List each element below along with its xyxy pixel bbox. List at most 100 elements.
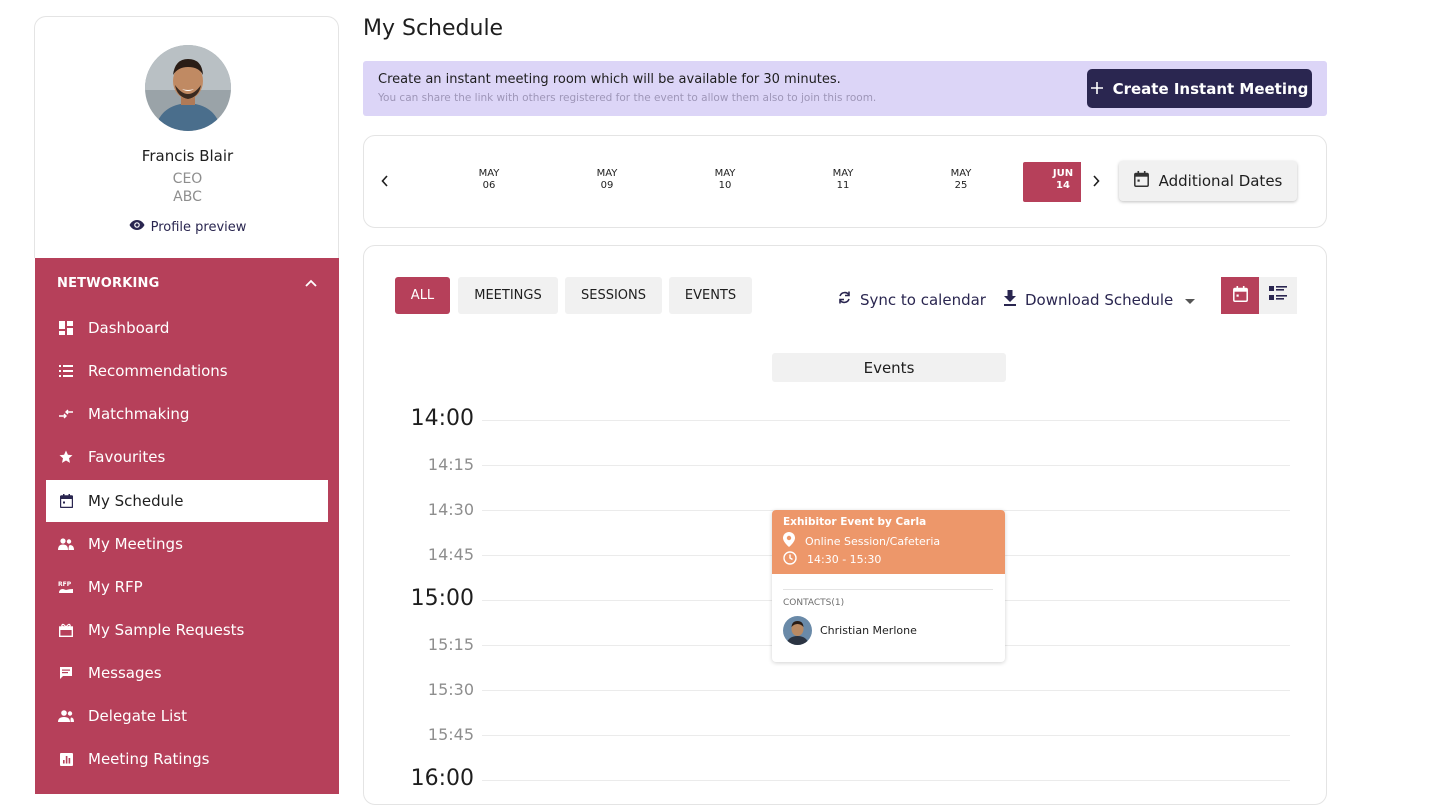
grid-line	[482, 420, 1290, 421]
nav-item-matchmaking[interactable]: Matchmaking	[46, 393, 328, 435]
nav-item-messages[interactable]: Messages	[46, 652, 328, 694]
event-card[interactable]: Exhibitor Event by Carla Online Session/…	[772, 510, 1005, 662]
date-selector: MAY 06 MAY 09 MAY 10 MAY 11 MAY 25 JUN 14 Addi…	[363, 135, 1327, 228]
time-label: 14:00	[410, 406, 474, 431]
time-label: 15:30	[427, 680, 474, 699]
date-day: 09	[600, 180, 614, 191]
nav-item-label: My Schedule	[88, 492, 184, 510]
time-label: 16:00	[410, 766, 474, 791]
networking-menu: NETWORKING Dashboard Recommendations Mat…	[35, 258, 339, 794]
filter-all-button[interactable]: ALL	[395, 277, 450, 314]
nav-item-label: Recommendations	[88, 362, 228, 380]
date-month: MAY	[832, 168, 854, 179]
sync-to-calendar-label: Sync to calendar	[860, 290, 986, 309]
create-instant-meeting-button[interactable]: Create Instant Meeting	[1087, 69, 1312, 108]
calendar-icon	[1232, 285, 1248, 306]
chevron-left-icon[interactable]	[376, 171, 394, 191]
sync-icon	[837, 290, 852, 309]
nav-item-my-sample-requests[interactable]: My Sample Requests	[46, 609, 328, 651]
svg-text:RFP: RFP	[58, 581, 72, 588]
calendar-icon	[1133, 171, 1149, 191]
additional-dates-button[interactable]: Additional Dates	[1119, 161, 1297, 201]
nav-item-my-rfp[interactable]: RFP My RFP	[46, 566, 328, 608]
time-label: 14:45	[427, 545, 474, 564]
download-schedule-button[interactable]: Download Schedule	[1003, 290, 1196, 310]
nav-item-label: My RFP	[88, 578, 143, 596]
event-location: Online Session/Cafeteria	[783, 532, 940, 550]
profile-name: Francis Blair	[141, 147, 234, 165]
event-contacts-label: CONTACTS(1)	[783, 598, 845, 608]
date-day: 25	[954, 180, 968, 191]
dashboard-icon	[58, 320, 74, 336]
profile-preview-label: Profile preview	[150, 219, 247, 235]
eye-icon	[129, 219, 145, 235]
nav-item-recommendations[interactable]: Recommendations	[46, 350, 328, 392]
message-icon	[58, 665, 74, 681]
schedule-panel: ALL MEETINGS SESSIONS EVENTS Sync to cal…	[363, 245, 1327, 805]
caret-down-icon	[1185, 291, 1196, 309]
list-view-toggle[interactable]	[1259, 277, 1297, 314]
nav-item-label: Meeting Ratings	[88, 750, 210, 768]
grid-line	[482, 465, 1290, 466]
calendar-view-toggle[interactable]	[1221, 277, 1259, 314]
time-label: 14:30	[427, 500, 474, 519]
nav-item-favourites[interactable]: Favourites	[46, 436, 328, 478]
filter-meetings-button[interactable]: MEETINGS	[458, 277, 558, 314]
event-header: Exhibitor Event by Carla Online Session/…	[772, 510, 1005, 574]
event-title: Exhibitor Event by Carla	[783, 516, 927, 528]
nav-item-delegate-list[interactable]: Delegate List	[46, 695, 328, 737]
grid-line	[482, 780, 1290, 781]
additional-dates-label: Additional Dates	[1158, 172, 1283, 190]
date-item-selected[interactable]: JUN 14	[1023, 162, 1081, 202]
calendar-icon	[58, 493, 74, 509]
event-time-label: 14:30 - 15:30	[807, 553, 882, 566]
networking-section-toggle[interactable]: NETWORKING	[57, 274, 317, 292]
list-icon	[58, 363, 74, 379]
location-pin-icon	[783, 532, 795, 550]
people-icon	[58, 536, 74, 552]
page-title: My Schedule	[363, 16, 504, 41]
filter-events-button[interactable]: EVENTS	[669, 277, 752, 314]
date-month: MAY	[478, 168, 500, 179]
nav-item-meeting-ratings[interactable]: Meeting Ratings	[46, 738, 328, 780]
banner-title: Create an instant meeting room which wil…	[378, 72, 841, 87]
rfp-icon: RFP	[58, 579, 74, 595]
date-day: 10	[718, 180, 732, 191]
chevron-right-icon[interactable]	[1087, 171, 1105, 191]
event-time: 14:30 - 15:30	[783, 551, 881, 568]
instant-meeting-banner: Create an instant meeting room which wil…	[363, 61, 1327, 116]
nav-item-label: My Meetings	[88, 535, 183, 553]
nav-item-my-meetings[interactable]: My Meetings	[46, 523, 328, 565]
banner-subtitle: You can share the link with others regis…	[378, 92, 877, 104]
nav-item-dashboard[interactable]: Dashboard	[46, 307, 328, 349]
profile-organization: ABC	[173, 189, 202, 205]
nav-item-label: Matchmaking	[88, 405, 190, 423]
networking-section-label: NETWORKING	[57, 275, 160, 291]
date-item[interactable]: MAY 10	[685, 162, 765, 202]
date-item[interactable]: MAY 25	[921, 162, 1001, 202]
gift-icon	[58, 622, 74, 638]
contact-name: Christian Merlone	[820, 624, 917, 637]
event-divider	[783, 589, 993, 590]
group-icon	[58, 708, 74, 724]
nav-item-label: Favourites	[88, 448, 166, 466]
plus-icon	[1090, 80, 1103, 98]
date-item[interactable]: MAY 11	[803, 162, 883, 202]
nav-item-label: My Sample Requests	[88, 621, 245, 639]
event-location-label: Online Session/Cafeteria	[805, 534, 941, 548]
date-month: MAY	[950, 168, 972, 179]
nav-item-my-schedule[interactable]: My Schedule	[46, 480, 328, 522]
grid-line	[482, 690, 1290, 691]
contact-avatar[interactable]	[783, 616, 812, 645]
profile-preview-link[interactable]: Profile preview	[35, 219, 340, 235]
date-item[interactable]: MAY 09	[567, 162, 647, 202]
sync-to-calendar-button[interactable]: Sync to calendar	[837, 290, 986, 309]
date-day: 06	[482, 180, 496, 191]
time-label: 14:15	[427, 455, 474, 474]
events-column-header: Events	[772, 353, 1006, 382]
filter-sessions-button[interactable]: SESSIONS	[565, 277, 662, 314]
download-icon	[1003, 290, 1017, 310]
date-day: 11	[836, 180, 850, 191]
time-label: 15:00	[410, 586, 474, 611]
date-item[interactable]: MAY 06	[449, 162, 529, 202]
